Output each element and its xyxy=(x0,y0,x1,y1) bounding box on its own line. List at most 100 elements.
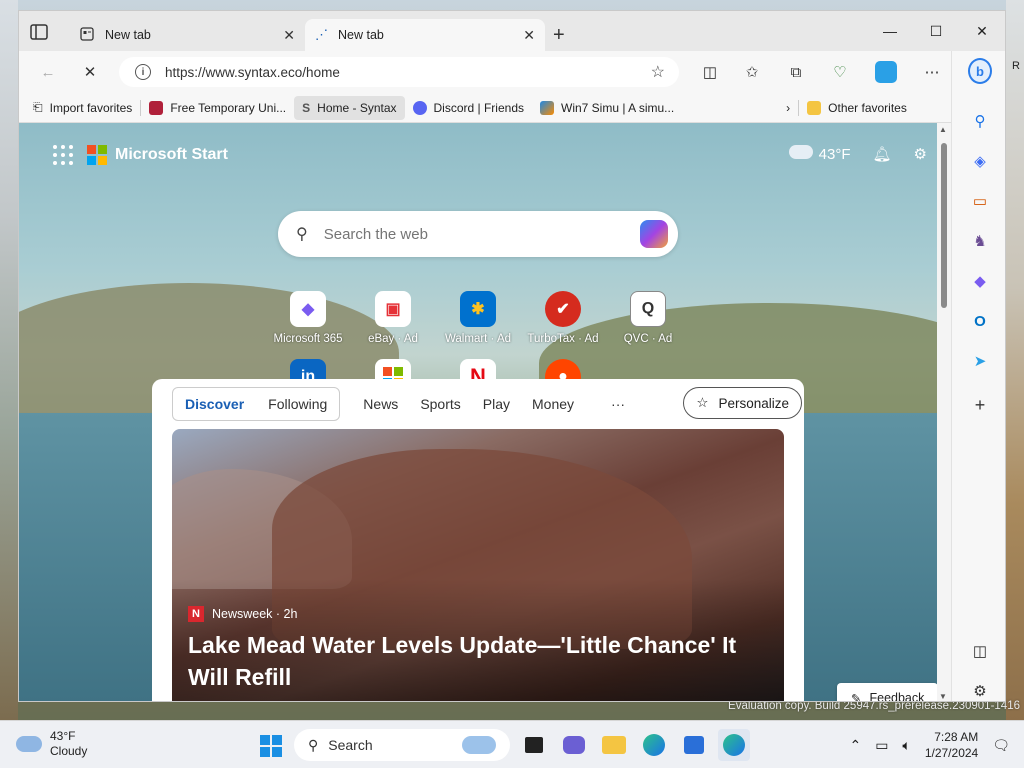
scrollbar-thumb[interactable] xyxy=(941,143,947,308)
favorites-icon[interactable]: ✩ xyxy=(741,61,763,83)
tab-label: New tab xyxy=(338,28,384,42)
tile-walmart[interactable]: ✱ Walmart · Ad xyxy=(433,291,523,345)
start-button-icon[interactable] xyxy=(254,729,286,761)
favorite-label: Free Temporary Uni... xyxy=(170,100,287,115)
search-input[interactable] xyxy=(323,225,624,243)
notifications-bell-icon[interactable]: 🔔︎ xyxy=(873,145,892,163)
tile-turbotax[interactable]: ✔ TurboTax · Ad xyxy=(518,291,608,345)
sidebar-settings-icon[interactable]: ⚙ xyxy=(968,679,992,701)
collections-icon[interactable]: ⧉ xyxy=(785,61,807,83)
split-screen-icon[interactable]: ◫ xyxy=(699,61,721,83)
scroll-down-icon[interactable]: ▼ xyxy=(939,692,947,701)
article-headline[interactable]: Lake Mead Water Levels Update—'Little Ch… xyxy=(188,629,768,693)
web-search-box[interactable]: ⚲ xyxy=(278,211,678,257)
tile-qvc[interactable]: Q QVC · Ad xyxy=(603,291,693,345)
edge-taskbar-icon[interactable] xyxy=(638,729,670,761)
import-favorites[interactable]: ⎗ Import favorites xyxy=(25,96,140,120)
weather-temp: 43°F xyxy=(818,146,851,163)
favorite-item-free-temporary[interactable]: Free Temporary Uni... xyxy=(141,96,294,120)
tab-page-icon xyxy=(79,26,95,45)
page-settings-gear-icon[interactable]: ⚙ xyxy=(914,145,927,163)
news-feed: Discover Following News Sports Play Mone… xyxy=(152,379,804,701)
tab-discover[interactable]: Discover xyxy=(173,396,256,412)
add-sidebar-app-icon[interactable]: + xyxy=(968,393,992,417)
tray-chevron-icon[interactable]: ⌃ xyxy=(849,737,861,754)
tab-close-icon[interactable]: ✕ xyxy=(283,27,295,44)
settings-more-icon[interactable]: ⋯ xyxy=(921,61,943,83)
network-icon[interactable]: ▭ xyxy=(875,737,888,754)
drop-send-icon[interactable]: ➤ xyxy=(968,349,992,373)
app-launcher-icon[interactable] xyxy=(53,145,73,165)
new-tab-button[interactable]: + xyxy=(553,25,565,45)
clock[interactable]: 7:28 AM 1/27/2024 xyxy=(925,729,978,761)
volume-icon[interactable]: 🔈︎ xyxy=(902,737,910,754)
taskbar-search[interactable]: ⚲ Search xyxy=(294,729,510,761)
tab-play[interactable]: Play xyxy=(472,396,521,412)
personalize-button[interactable]: ☆ Personalize xyxy=(683,387,802,419)
favorite-item-discord[interactable]: Discord | Friends xyxy=(405,96,532,120)
notification-icon[interactable]: 🗨︎ xyxy=(992,737,1010,754)
search-icon: ⚲ xyxy=(296,226,308,243)
tile-label: QVC · Ad xyxy=(623,333,673,345)
other-favorites[interactable]: Other favorites xyxy=(799,96,915,120)
hero-article-card[interactable]: N Newsweek · 2h Lake Mead Water Levels U… xyxy=(172,429,784,701)
edge-active-taskbar-icon[interactable] xyxy=(718,729,750,761)
tab-news[interactable]: News xyxy=(352,396,409,412)
stop-loading-icon[interactable]: ✕ xyxy=(79,61,101,83)
tile-label: Walmart · Ad xyxy=(444,333,512,345)
tools-briefcase-icon[interactable]: ▭ xyxy=(968,189,992,213)
maximize-button[interactable]: ☐ xyxy=(913,11,959,51)
tab-close-icon[interactable]: ✕ xyxy=(523,27,535,44)
favorites-overflow-chevron-icon[interactable]: › xyxy=(778,96,798,120)
microsoft-365-sidebar-icon[interactable]: ◆ xyxy=(968,269,992,293)
tab-money[interactable]: Money xyxy=(521,396,585,412)
site-info-icon[interactable]: i xyxy=(135,64,151,80)
favorite-item-win7-simu[interactable]: Win7 Simu | A simu... xyxy=(532,96,682,120)
browser-essentials-icon[interactable]: ♡ xyxy=(829,61,851,83)
tab-loading-icon: ⋰ xyxy=(315,27,328,42)
outlook-icon[interactable]: O xyxy=(968,309,992,333)
file-explorer-icon[interactable] xyxy=(598,729,630,761)
tile-microsoft-365[interactable]: ◆ Microsoft 365 xyxy=(263,291,353,345)
copilot-b-icon[interactable]: b xyxy=(968,58,992,84)
minimize-button[interactable]: — xyxy=(867,11,913,51)
tab-new-tab-2[interactable]: ⋰ New tab ✕ xyxy=(305,19,545,51)
brand-title[interactable]: Microsoft Start xyxy=(115,146,228,164)
more-tabs-icon[interactable]: ··· xyxy=(611,396,625,412)
win7-icon xyxy=(540,100,554,115)
task-view-icon[interactable] xyxy=(518,729,550,761)
system-tray: ⌃ ▭ 🔈︎ 7:28 AM 1/27/2024 🗨︎ xyxy=(849,729,1010,761)
weather-widget[interactable]: 43°F xyxy=(788,145,851,163)
article-source: N Newsweek · 2h xyxy=(188,606,297,622)
tab-new-tab-1[interactable]: New tab ✕ xyxy=(69,19,305,51)
close-window-button[interactable]: ✕ xyxy=(959,11,1005,51)
feedback-icon: ✎ xyxy=(851,691,862,702)
folder-icon xyxy=(807,100,822,115)
address-url[interactable]: https://www.syntax.eco/home xyxy=(165,65,637,80)
feedback-button[interactable]: ✎ Feedback xyxy=(837,683,939,702)
search-label: Search xyxy=(328,737,373,753)
shopping-tag-icon[interactable]: ◈ xyxy=(968,149,992,173)
copilot-icon[interactable] xyxy=(640,220,668,248)
taskbar-weather[interactable]: 43°F Cloudy xyxy=(16,729,87,759)
taskbar: 43°F Cloudy ⚲ Search ⌃ ▭ 🔈︎ 7:28 AM 1/27… xyxy=(0,720,1024,768)
tab-actions-icon[interactable] xyxy=(29,23,55,43)
tab-sports[interactable]: Sports xyxy=(409,396,471,412)
page-scrollbar[interactable]: ▲ ▼ xyxy=(937,123,951,701)
scroll-up-icon[interactable]: ▲ xyxy=(939,125,947,134)
search-sidebar-icon[interactable]: ⚲ xyxy=(968,109,992,133)
ms-start-header: Microsoft Start xyxy=(53,145,228,165)
tile-ebay[interactable]: ▣ eBay · Ad xyxy=(348,291,438,345)
tab-bar: New tab ✕ ⋰ New tab ✕ + — ☐ ✕ xyxy=(19,11,1005,51)
address-bar[interactable]: i https://www.syntax.eco/home ☆ xyxy=(119,57,679,87)
hide-sidebar-icon[interactable]: ◫ xyxy=(968,639,992,663)
microsoft-store-taskbar-icon[interactable] xyxy=(678,729,710,761)
favorite-item-home-syntax[interactable]: S Home - Syntax xyxy=(294,95,405,120)
date: 1/27/2024 xyxy=(924,746,979,760)
profile-avatar-icon[interactable] xyxy=(875,61,897,83)
chat-icon[interactable] xyxy=(558,729,590,761)
games-icon[interactable]: ♞ xyxy=(968,229,992,253)
back-arrow-icon[interactable]: ← xyxy=(37,61,59,83)
favorite-star-icon[interactable]: ☆ xyxy=(651,62,665,82)
tab-following[interactable]: Following xyxy=(256,396,339,412)
